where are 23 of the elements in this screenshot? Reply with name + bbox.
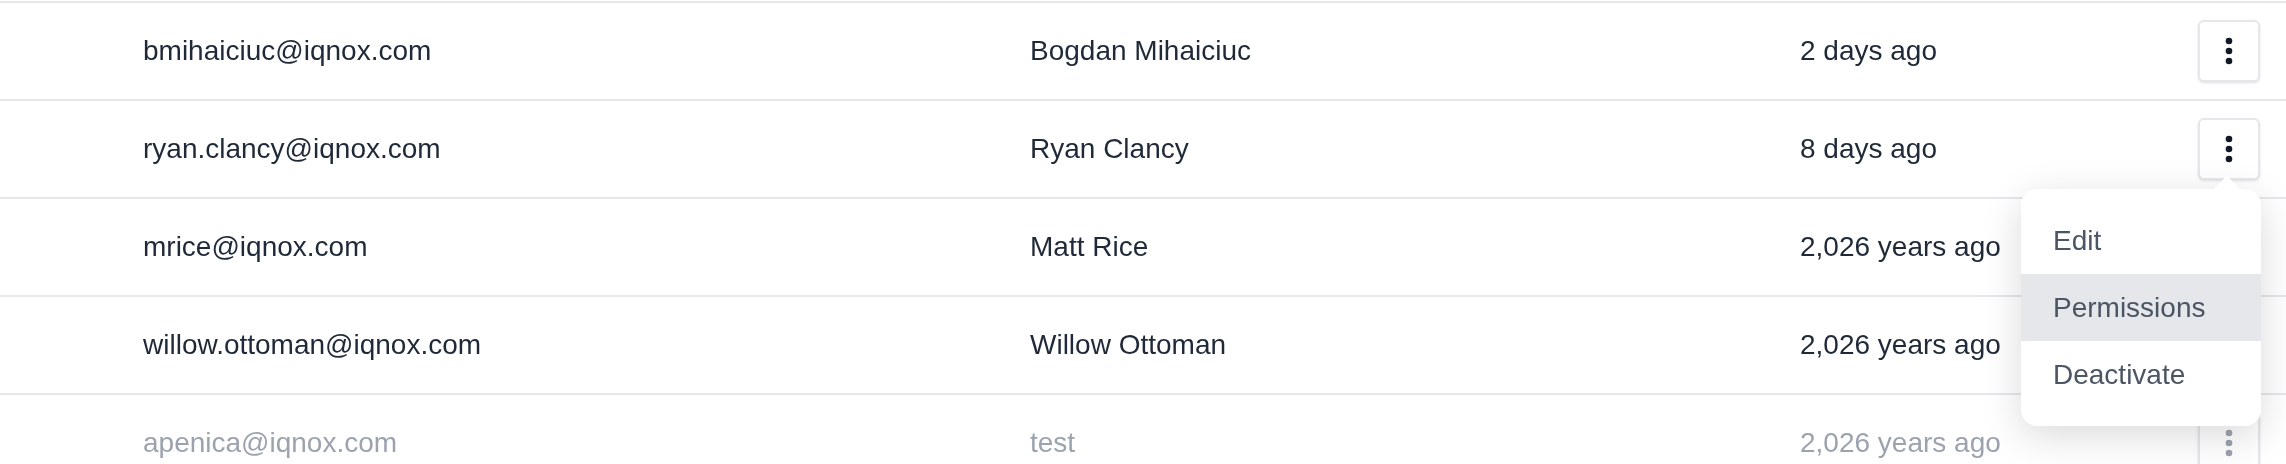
email-cell: ryan.clancy@iqnox.com bbox=[143, 133, 441, 164]
menu-item[interactable]: Permissions bbox=[2021, 274, 2261, 341]
more-options-button[interactable] bbox=[2198, 118, 2260, 180]
email-cell: bmihaiciuc@iqnox.com bbox=[143, 35, 432, 66]
menu-item[interactable]: Deactivate bbox=[2021, 341, 2261, 408]
email-cell: apenica@iqnox.com bbox=[143, 427, 398, 458]
email-cell: mrice@iqnox.com bbox=[143, 231, 368, 262]
name-cell: Willow Ottoman bbox=[1030, 329, 1227, 360]
more-vertical-icon bbox=[2225, 37, 2233, 65]
last-seen-cell: 2,026 years ago bbox=[1800, 329, 2001, 360]
more-vertical-icon bbox=[2225, 429, 2233, 457]
name-cell: Bogdan Mihaiciuc bbox=[1030, 35, 1252, 66]
last-seen-cell: 2,026 years ago bbox=[1800, 231, 2001, 262]
more-options-button[interactable] bbox=[2198, 20, 2260, 82]
menu-item[interactable]: Edit bbox=[2021, 207, 2261, 274]
name-cell: test bbox=[1030, 427, 1076, 458]
email-cell: willow.ottoman@iqnox.com bbox=[143, 329, 482, 360]
name-cell: Matt Rice bbox=[1030, 231, 1149, 262]
more-vertical-icon bbox=[2225, 135, 2233, 163]
last-seen-cell: 2 days ago bbox=[1800, 35, 1937, 66]
name-cell: Ryan Clancy bbox=[1030, 133, 1189, 164]
last-seen-cell: 8 days ago bbox=[1800, 133, 1937, 164]
last-seen-cell: 2,026 years ago bbox=[1800, 427, 2001, 458]
